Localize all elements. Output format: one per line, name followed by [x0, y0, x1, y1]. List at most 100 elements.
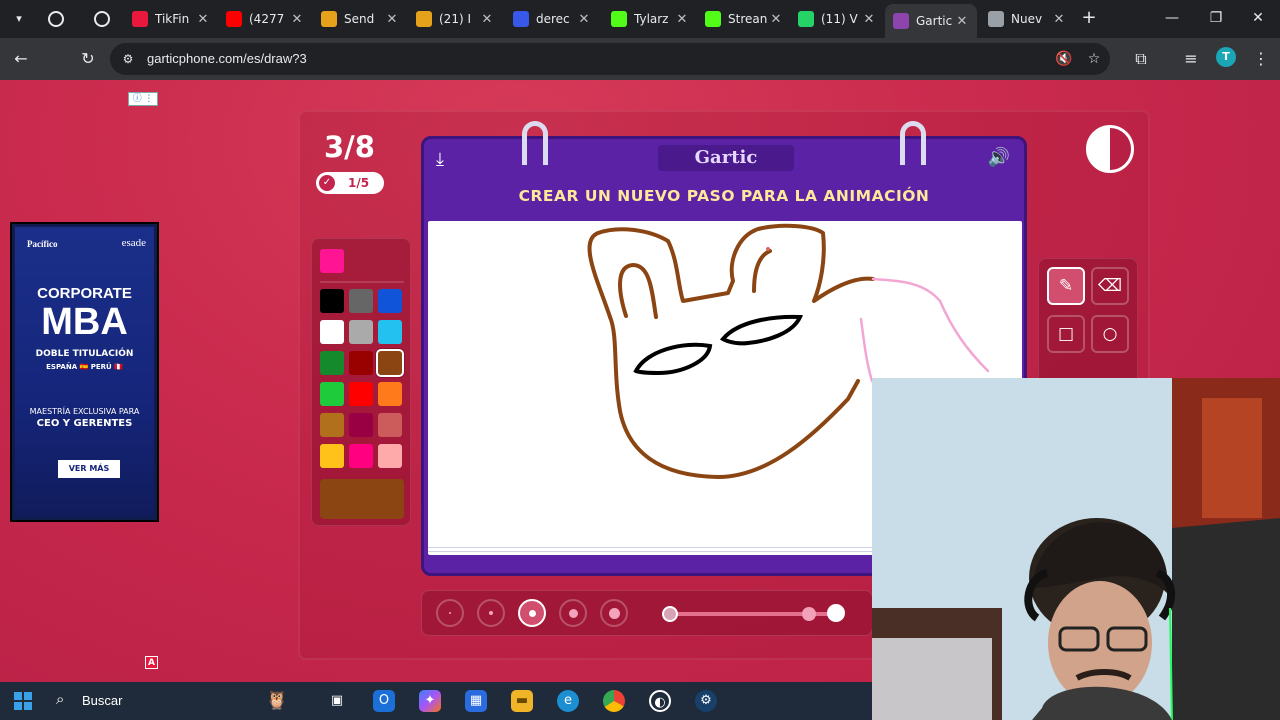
copilot-icon[interactable]: ✦ — [419, 690, 441, 712]
tab-close-icon[interactable]: ✕ — [955, 14, 969, 29]
ad-brand-pacifico: Pacífico — [27, 239, 58, 249]
muted-audio-icon[interactable]: 🔇 — [1054, 49, 1074, 69]
tab-close-icon[interactable]: ✕ — [480, 12, 494, 27]
steam-icon[interactable]: ⚙ — [695, 690, 717, 712]
color-swatch[interactable] — [320, 289, 344, 313]
file-explorer-icon[interactable]: ▬ — [511, 690, 533, 712]
close-window-button[interactable]: ✕ — [1248, 8, 1268, 28]
minimize-button[interactable]: — — [1162, 8, 1182, 28]
tab-close-icon[interactable]: ✕ — [769, 12, 783, 27]
color-swatch[interactable] — [349, 444, 373, 468]
media-control-icon[interactable]: ≡ — [1180, 48, 1202, 70]
tab-close-icon[interactable]: ✕ — [1052, 12, 1066, 27]
adchoices-icon[interactable]: ⓘ ⋮ — [128, 92, 158, 106]
browser-tab[interactable]: (21) I ✕ — [408, 4, 502, 34]
task-view-icon[interactable]: ▣ — [326, 690, 348, 712]
owl-search-highlight-icon[interactable]: 🦉 — [247, 690, 307, 712]
browser-toolbar: ← ↻ ⚙ garticphone.com/es/draw?3 🔇 ☆ ⧉ ≡ … — [0, 38, 1280, 80]
color-swatch[interactable] — [349, 320, 373, 344]
color-swatch[interactable] — [320, 320, 344, 344]
tab-close-icon[interactable]: ✕ — [577, 12, 591, 27]
browser-tab[interactable]: Strean ✕ — [697, 4, 791, 34]
profile-avatar[interactable]: T — [1216, 47, 1236, 67]
color-swatch[interactable] — [320, 413, 344, 437]
color-swatch[interactable] — [378, 382, 402, 406]
back-icon[interactable]: ← — [10, 48, 32, 70]
palette-divider — [320, 281, 404, 283]
reload-icon[interactable]: ↻ — [77, 48, 99, 70]
slider-end-knob[interactable] — [827, 604, 845, 622]
extensions-icon[interactable]: ⧉ — [1130, 48, 1152, 70]
brush-size-button[interactable] — [436, 599, 464, 627]
download-icon[interactable]: ⤓ — [436, 149, 444, 170]
new-tab-button[interactable]: + — [1078, 8, 1100, 30]
browser-tab[interactable]: (4277 ✕ — [218, 4, 312, 34]
color-swatch-pink[interactable] — [320, 249, 344, 273]
browser-tab[interactable]: Gartic ✕ — [885, 4, 977, 38]
site-info-icon[interactable]: ⚙ — [120, 51, 136, 67]
color-swatch[interactable] — [376, 349, 404, 377]
outlook-icon[interactable]: O — [373, 690, 395, 712]
contrast-toggle-icon[interactable] — [1086, 125, 1134, 173]
tab-close-icon[interactable]: ✕ — [196, 12, 210, 27]
restore-button[interactable]: ❐ — [1206, 8, 1226, 28]
ad-cta-button[interactable]: VER MÁS — [58, 460, 120, 478]
color-swatch[interactable] — [320, 444, 344, 468]
sound-icon[interactable]: 🔊 — [988, 147, 1010, 168]
browser-tab[interactable]: derec ✕ — [505, 4, 599, 34]
eraser-tool-icon[interactable]: ⌫ — [1091, 267, 1129, 305]
windows-taskbar: ⌕ Buscar 🦉 ▣ O ✦ ▦ ▬ e ◐ ⚙ — [0, 682, 872, 720]
color-swatch[interactable] — [320, 351, 344, 375]
tab-title: Send — [344, 12, 375, 26]
opacity-slider[interactable] — [662, 603, 862, 625]
obs-icon[interactable]: ◐ — [649, 690, 671, 712]
tab-close-icon[interactable]: ✕ — [675, 12, 689, 27]
kick-icon — [611, 11, 627, 27]
tab-search-menu-icon[interactable]: ▾ — [8, 8, 30, 30]
color-swatch[interactable] — [378, 289, 402, 313]
windows-start-icon[interactable] — [14, 692, 32, 710]
brush-size-button[interactable] — [600, 599, 628, 627]
chrome-icon[interactable] — [603, 690, 625, 712]
search-icon: ⌕ — [56, 690, 65, 708]
tab-close-icon[interactable]: ✕ — [290, 12, 304, 27]
color-swatch[interactable] — [378, 413, 402, 437]
slider-marker — [802, 607, 816, 621]
color-swatch[interactable] — [349, 289, 373, 313]
slider-start-knob[interactable] — [662, 606, 678, 622]
edge-icon[interactable]: e — [557, 690, 579, 712]
mba-advertisement[interactable]: Pacífico esade CORPORATE MBA DOBLE TITUL… — [10, 222, 159, 522]
color-swatch[interactable] — [349, 351, 373, 375]
tab-close-icon[interactable]: ✕ — [862, 12, 876, 27]
color-swatch[interactable] — [378, 444, 402, 468]
browser-tab[interactable]: TikFin ✕ — [124, 4, 218, 34]
browser-menu-icon[interactable]: ⋮ — [1250, 48, 1272, 70]
brush-size-button[interactable] — [477, 599, 505, 627]
color-swatch[interactable] — [349, 382, 373, 406]
ellipse-tool-icon[interactable]: ○ — [1091, 315, 1129, 353]
url-text[interactable]: garticphone.com/es/draw?3 — [147, 51, 307, 66]
brush-dot-icon — [568, 608, 578, 618]
bookmark-star-icon[interactable]: ☆ — [1084, 49, 1104, 69]
browser-tab[interactable] — [40, 4, 80, 34]
browser-tab[interactable] — [86, 4, 126, 34]
color-swatch[interactable] — [378, 320, 402, 344]
brush-size-button[interactable] — [559, 599, 587, 627]
microsoft-store-icon[interactable]: ▦ — [465, 690, 487, 712]
tab-title: Tylarz — [634, 12, 669, 26]
ad-badge[interactable]: A — [145, 656, 158, 669]
tab-close-icon[interactable]: ✕ — [385, 12, 399, 27]
tab-title: Gartic — [916, 14, 953, 28]
browser-tab[interactable]: Send ✕ — [313, 4, 407, 34]
rectangle-tool-icon[interactable]: □ — [1047, 315, 1085, 353]
pen-tool-icon[interactable]: ✎ — [1047, 267, 1085, 305]
browser-tab[interactable]: Nuev ✕ — [980, 4, 1074, 34]
brush-size-button[interactable] — [518, 599, 546, 627]
search-label: Buscar — [82, 693, 123, 708]
browser-tab[interactable]: (11) V ✕ — [790, 4, 884, 34]
brush-dot-icon — [489, 611, 493, 615]
browser-tab[interactable]: Tylarz ✕ — [603, 4, 697, 34]
address-bar[interactable]: ⚙ garticphone.com/es/draw?3 🔇 ☆ — [110, 43, 1110, 75]
color-swatch[interactable] — [320, 382, 344, 406]
color-swatch[interactable] — [349, 413, 373, 437]
